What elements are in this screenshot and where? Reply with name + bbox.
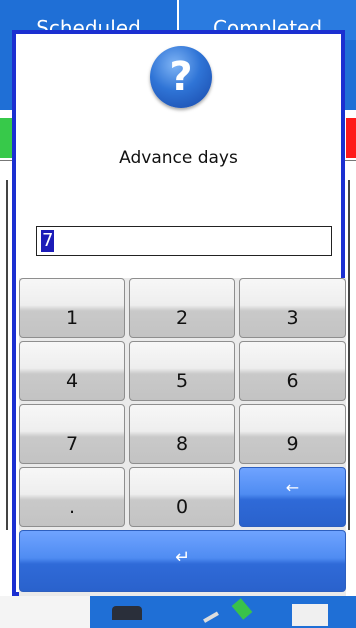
background-left-border xyxy=(6,180,8,530)
enter-button[interactable]: ↵ xyxy=(19,530,346,592)
days-input-value: 7 xyxy=(41,230,55,252)
background-red-indicator xyxy=(346,118,356,158)
backspace-button[interactable]: ← xyxy=(239,467,346,527)
key-4[interactable]: 4 xyxy=(19,341,125,401)
question-help-icon: ? xyxy=(150,46,212,108)
key-8[interactable]: 8 xyxy=(129,404,235,464)
dialog-prompt: Advance days xyxy=(119,148,238,168)
key-5[interactable]: 5 xyxy=(129,341,235,401)
backspace-icon: ← xyxy=(285,478,300,497)
advance-days-dialog: ? Advance days 7 1 2 3 4 5 6 7 8 9 . 0 ←… xyxy=(12,30,346,596)
keyboard-icon[interactable] xyxy=(292,604,328,626)
key-7[interactable]: 7 xyxy=(19,404,125,464)
key-1[interactable]: 1 xyxy=(19,278,125,338)
key-3[interactable]: 3 xyxy=(239,278,346,338)
enter-icon: ↵ xyxy=(174,547,191,568)
background-bottom-bar-left xyxy=(0,596,90,628)
background-right-border xyxy=(348,180,350,530)
key-decimal[interactable]: . xyxy=(19,467,125,527)
network-icon[interactable] xyxy=(112,606,142,620)
days-input[interactable]: 7 xyxy=(36,226,332,256)
key-6[interactable]: 6 xyxy=(239,341,346,401)
key-9[interactable]: 9 xyxy=(239,404,346,464)
key-0[interactable]: 0 xyxy=(129,467,235,527)
key-2[interactable]: 2 xyxy=(129,278,235,338)
numeric-keypad: 1 2 3 4 5 6 7 8 9 . 0 ← ↵ xyxy=(19,278,346,596)
